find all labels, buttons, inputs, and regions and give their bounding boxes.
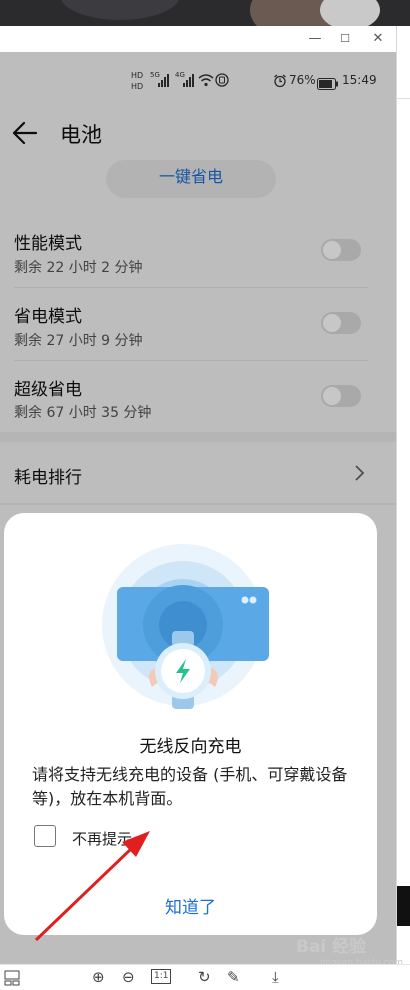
window-title-bar: — ☐ ✕ — [0, 26, 396, 53]
desktop-background — [0, 0, 410, 26]
minimize-button[interactable]: — — [305, 30, 325, 48]
side-panel-edge — [396, 26, 410, 988]
zoom-in-icon[interactable]: ⊕ — [92, 967, 105, 987]
desktop-decoration — [320, 0, 380, 26]
maximize-button[interactable]: ☐ — [335, 30, 355, 48]
dialog-title: 无线反向充电 — [139, 737, 242, 757]
close-button[interactable]: ✕ — [368, 30, 388, 48]
image-viewer-toolbar: ⊕ ⊖ 1:1 ↻ ✎ ⤓ — [0, 964, 410, 989]
thumbnail-panel-icon[interactable] — [4, 970, 20, 990]
side-panel-dark-block — [397, 886, 410, 926]
annotation-arrow — [30, 820, 160, 949]
reverse-charging-illustration — [102, 539, 280, 723]
desktop-decoration — [60, 0, 180, 20]
watermark-logo: Bai 经验 — [296, 937, 367, 957]
divider — [397, 98, 410, 99]
zoom-out-icon[interactable]: ⊖ — [122, 967, 135, 987]
edit-icon[interactable]: ✎ — [227, 967, 240, 987]
actual-size-icon[interactable]: 1:1 — [151, 969, 172, 984]
dialog-message: 请将支持无线充电的设备 (手机、可穿戴设备等)，放在本机背面。 — [32, 765, 348, 808]
download-icon[interactable]: ⤓ — [272, 967, 279, 987]
rotate-icon[interactable]: ↻ — [198, 967, 211, 987]
